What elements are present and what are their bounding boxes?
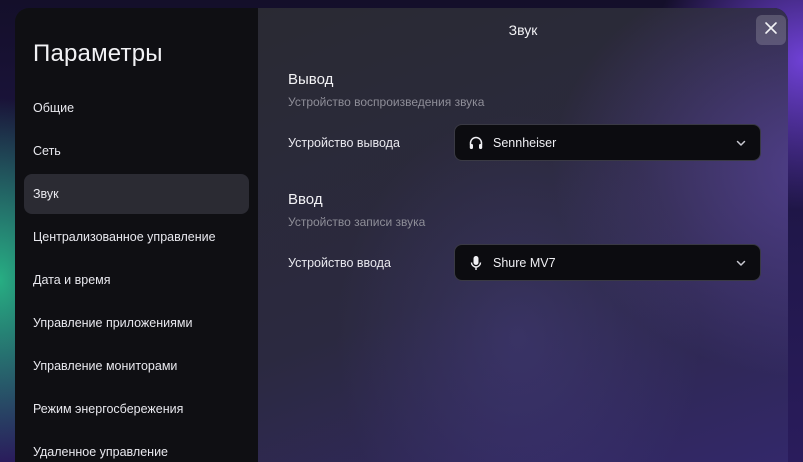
input-section-title: Ввод	[288, 191, 323, 208]
close-icon	[764, 21, 778, 40]
sidebar-item-central-management[interactable]: Централизованное управление	[24, 217, 249, 257]
sidebar-item-monitor-management[interactable]: Управление мониторами	[24, 346, 249, 386]
page-title: Звук	[508, 22, 538, 38]
content-pane: Звук Вывод Устройство воспроизведения зв…	[258, 8, 788, 462]
sidebar-item-general[interactable]: Общие	[24, 88, 249, 128]
output-section-subtitle: Устройство воспроизведения звука	[288, 95, 485, 109]
sidebar-title: Параметры	[33, 40, 163, 67]
sidebar-nav: Общие Сеть Звук Централизованное управле…	[24, 88, 249, 462]
headphones-icon	[467, 134, 485, 152]
sidebar-item-remote-management[interactable]: Удаленное управление	[24, 432, 249, 462]
sidebar-item-network[interactable]: Сеть	[24, 131, 249, 171]
output-section-title: Вывод	[288, 71, 334, 88]
input-device-select[interactable]: Shure MV7	[454, 244, 761, 281]
close-button[interactable]	[756, 15, 786, 45]
sidebar-item-app-management[interactable]: Управление приложениями	[24, 303, 249, 343]
input-device-value: Shure MV7	[493, 255, 556, 270]
chevron-down-icon	[734, 136, 748, 150]
output-device-value: Sennheiser	[493, 135, 557, 150]
sidebar-item-sound[interactable]: Звук	[24, 174, 249, 214]
input-device-label: Устройство ввода	[288, 256, 391, 270]
sidebar: Параметры Общие Сеть Звук Централизованн…	[15, 8, 258, 462]
microphone-icon	[467, 254, 485, 272]
input-section-subtitle: Устройство записи звука	[288, 215, 426, 229]
chevron-down-icon	[734, 256, 748, 270]
output-device-label: Устройство вывода	[288, 136, 400, 150]
sidebar-item-power-saving[interactable]: Режим энергосбережения	[24, 389, 249, 429]
sidebar-item-date-time[interactable]: Дата и время	[24, 260, 249, 300]
settings-window: Параметры Общие Сеть Звук Централизованн…	[15, 8, 788, 462]
output-device-select[interactable]: Sennheiser	[454, 124, 761, 161]
